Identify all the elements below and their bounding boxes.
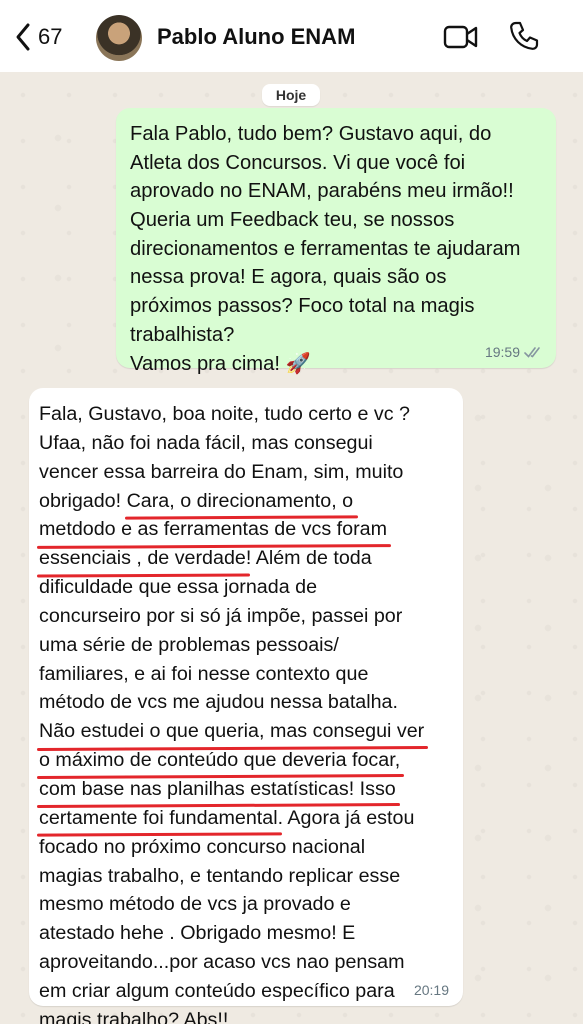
message-line: Fala Pablo, tudo bem? Gustavo aqui, do xyxy=(130,123,492,145)
incoming-message-text: Fala, Gustavo, boa noite, tudo certo e v… xyxy=(39,400,453,1024)
message-text: aproveitando...por acaso vcs nao pensam xyxy=(39,951,405,974)
underlined-highlight: com base nas planilhas estatísticas! Iss… xyxy=(39,775,396,804)
message-meta: 19:59 xyxy=(485,344,544,360)
message-line: Queria um Feedback teu, se nossos xyxy=(130,209,455,232)
message-line: familiares, e ai foi nesse contexto que xyxy=(39,660,453,689)
unread-count: 67 xyxy=(38,24,63,49)
outgoing-message[interactable]: Fala Pablo, tudo bem? Gustavo aqui, do A… xyxy=(116,108,556,375)
underlined-highlight: Cara, o direcionamento, o xyxy=(127,487,354,516)
contact-name[interactable]: Pablo Aluno ENAM xyxy=(157,24,355,50)
message-text: focado no próximo concurso nacional xyxy=(39,835,366,858)
message-line: Atleta dos Concursos. Vi que você foi xyxy=(130,151,466,174)
message-line: com base nas planilhas estatísticas! Iss… xyxy=(39,775,453,804)
message-line: uma série de problemas pessoais/ xyxy=(39,631,453,660)
message-time: 19:59 xyxy=(484,344,520,360)
message-line: próximos passos? Foco total na magis xyxy=(130,295,475,318)
avatar[interactable] xyxy=(96,15,142,61)
underlined-highlight: o máximo de conteúdo que deveria focar, xyxy=(39,746,400,775)
message-line: obrigado! Cara, o direcionamento, o xyxy=(39,487,453,516)
chevron-left-icon xyxy=(16,23,30,51)
message-text: método de vcs me ajudou nessa batalha. xyxy=(39,691,398,714)
message-line: certamente foi fundamental. Agora já est… xyxy=(39,804,453,833)
message-text: familiares, e ai foi nesse contexto que xyxy=(39,662,369,685)
message-line: dificuldade que essa jornada de xyxy=(39,573,453,602)
underlined-highlight: Não estudei o que queria, mas consegui v… xyxy=(39,717,424,746)
message-line: trabalhista? xyxy=(130,323,235,346)
underlined-highlight: certamente foi fundamental xyxy=(39,804,278,833)
message-line: magias trabalho, e tentando replicar ess… xyxy=(39,862,453,891)
message-text: concurseiro por si só já impõe, passei p… xyxy=(39,604,403,627)
message-text: magis trabalho? Abs!! xyxy=(39,1008,229,1024)
message-time: 20:19 xyxy=(413,982,449,998)
message-line: em criar algum conteúdo específico para xyxy=(39,977,453,1006)
message-line: atestado hehe . Obrigado mesmo! E xyxy=(39,919,453,948)
message-line: aproveitando...por acaso vcs nao pensam xyxy=(39,948,453,977)
message-text: Ufaa, não foi nada fácil, mas consegui xyxy=(39,431,373,454)
message-line: Ufaa, não foi nada fácil, mas consegui xyxy=(39,429,453,458)
message-text: mesmo método de vcs ja provado e xyxy=(39,893,351,916)
message-line: direcionamentos e ferramentas te ajudara… xyxy=(130,237,521,260)
message-line: magis trabalho? Abs!! xyxy=(39,1006,453,1024)
message-line: Fala, Gustavo, boa noite, tudo certo e v… xyxy=(39,400,453,429)
message-line: focado no próximo concurso nacional xyxy=(39,833,453,862)
back-button[interactable]: 67 xyxy=(14,20,62,54)
message-text: dificuldade que essa jornada de xyxy=(39,576,318,599)
chat-header: 67 Pablo Aluno ENAM xyxy=(0,0,583,72)
message-line: o máximo de conteúdo que deveria focar, xyxy=(39,746,453,775)
date-separator: Hoje xyxy=(262,84,320,106)
underlined-highlight: metdodo e as ferramentas de vcs foram xyxy=(39,515,387,544)
message-text: . Agora já estou xyxy=(277,806,415,829)
message-line: Não estudei o que queria, mas consegui v… xyxy=(39,717,453,746)
message-line: Vamos pra cima! 🚀 xyxy=(130,352,311,375)
message-line: essenciais , de verdade! Além de toda xyxy=(39,544,453,573)
message-text: ! Além de toda xyxy=(245,547,372,570)
message-text: Fala, Gustavo, boa noite, tudo certo e v… xyxy=(39,403,410,425)
message-line: aprovado no ENAM, parabéns meu irmão!! xyxy=(130,180,514,203)
message-text: magias trabalho, e tentando replicar ess… xyxy=(39,864,401,887)
message-text: uma série de problemas pessoais/ xyxy=(39,633,339,656)
message-line: nessa prova! E agora, quais são os xyxy=(130,266,447,289)
incoming-message[interactable]: Fala, Gustavo, boa noite, tudo certo e v… xyxy=(29,388,463,1024)
message-line: método de vcs me ajudou nessa batalha. xyxy=(39,688,453,717)
message-line: metdodo e as ferramentas de vcs foram xyxy=(39,515,453,544)
message-line: vencer essa barreira do Enam, sim, muito xyxy=(39,458,453,487)
message-text: obrigado! xyxy=(39,489,127,512)
double-check-icon xyxy=(524,347,540,358)
phone-icon[interactable] xyxy=(508,20,540,52)
video-camera-icon[interactable] xyxy=(443,24,479,50)
message-line: concurseiro por si só já impõe, passei p… xyxy=(39,602,453,631)
message-text: em criar algum conteúdo específico para xyxy=(39,979,395,1002)
message-text: atestado hehe . Obrigado mesmo! E xyxy=(39,922,356,945)
message-line: mesmo método de vcs ja provado e xyxy=(39,890,453,919)
message-text: vencer essa barreira do Enam, sim, muito xyxy=(39,460,404,483)
underlined-highlight: essenciais , de verdade xyxy=(39,544,246,573)
